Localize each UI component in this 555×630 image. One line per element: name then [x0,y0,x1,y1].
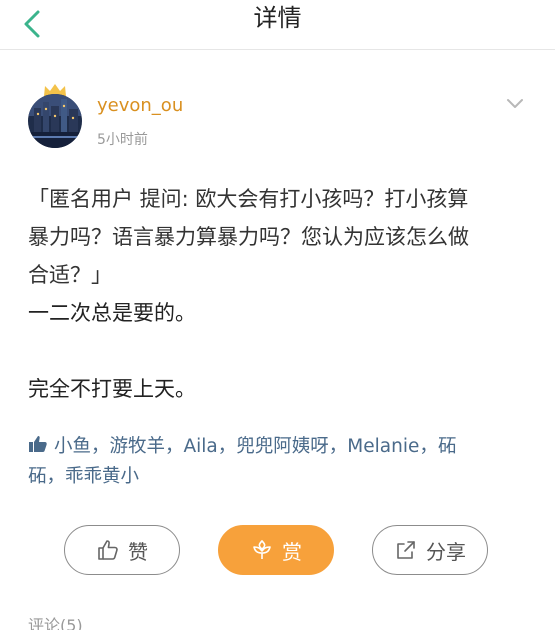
reward-button-label: 赏 [282,539,302,564]
username-link[interactable]: yevon_ou [97,95,183,116]
chevron-down-icon [507,99,523,108]
question-line: 暴力吗？语言暴力算暴力吗？您认为应该怎么做 [28,225,469,249]
reward-button[interactable]: 赏 [218,525,334,575]
share-button-label: 分享 [426,539,466,564]
page-title: 详情 [253,4,302,32]
likes-line: 砳，乖乖黄小 [28,462,528,492]
answer-line: 一二次总是要的。 [28,301,196,325]
likes-list: 小鱼，游牧羊，Aila，兜兜阿姨呀，Melanie，砳 砳，乖乖黄小 [28,432,528,492]
top-nav-bar: 详情 [0,0,555,50]
likes-line: 小鱼，游牧羊，Aila，兜兜阿姨呀，Melanie，砳 [28,432,528,462]
likes-names[interactable]: 砳，乖乖黄小 [28,466,139,487]
question-line: 「匿名用户 提问: 欧大会有打小孩吗？打小孩算 [28,187,469,211]
share-button[interactable]: 分享 [372,525,488,575]
flower-icon [253,539,271,559]
post-content: 「匿名用户 提问: 欧大会有打小孩吗？打小孩算 暴力吗？语言暴力算暴力吗？您认为… [28,180,528,408]
share-icon [397,541,415,559]
more-options-button[interactable] [503,91,527,115]
like-button-label: 赞 [128,539,148,564]
avatar[interactable] [28,94,82,148]
comments-header[interactable]: 评论(5) [28,612,83,630]
answer-line: 完全不打要上天。 [28,377,196,401]
question-line: 合适？」 [28,263,112,287]
like-button[interactable]: 赞 [64,525,180,575]
post-timestamp: 5小时前 [97,132,148,148]
thumbs-up-outline-icon [98,540,118,560]
likes-names[interactable]: 小鱼，游牧羊，Aila，兜兜阿姨呀，Melanie，砳 [54,436,456,457]
city-night-avatar-image [28,94,82,148]
thumbs-up-icon [29,436,47,452]
